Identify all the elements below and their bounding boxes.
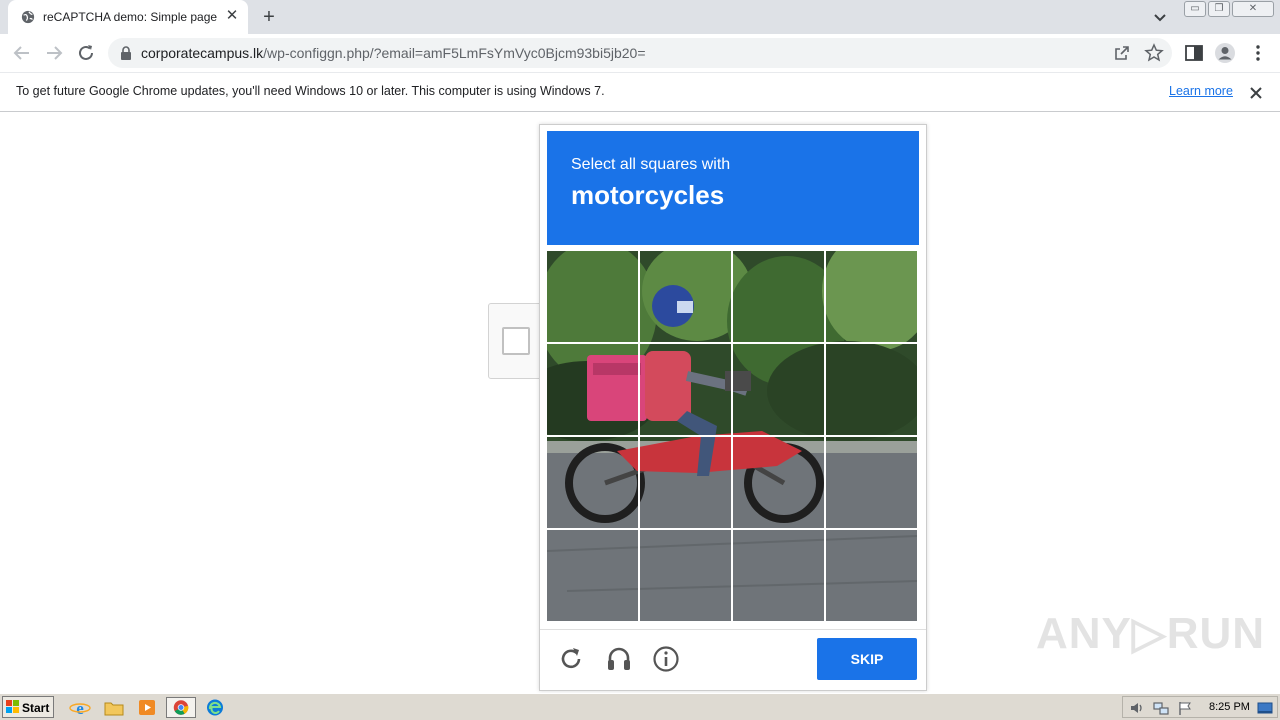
learn-more-link[interactable]: Learn more [1169,84,1233,98]
captcha-tile[interactable] [547,344,638,435]
restore-button[interactable]: ❐ [1208,1,1230,17]
captcha-tile[interactable] [547,437,638,528]
flag-icon[interactable] [1177,700,1193,716]
system-tray: 8:25 PM [1122,696,1278,718]
share-icon[interactable] [1112,43,1132,63]
captcha-tile[interactable] [640,530,731,621]
chevron-down-icon[interactable] [1150,7,1170,27]
footer-divider [540,629,926,630]
browser-toolbar: corporatecampus.lk/wp-configgn.php/?emai… [0,34,1280,72]
taskbar-clock: 8:25 PM [1209,701,1250,713]
svg-text:e: e [76,699,84,718]
image-grid [547,251,918,622]
reload-icon[interactable] [557,645,585,673]
window-close-button[interactable]: ✕ [1232,1,1274,17]
captcha-challenge: Select all squares with motorcycles SKIP [539,124,927,691]
edge-icon[interactable] [203,697,227,718]
headphones-icon[interactable] [605,645,633,673]
prompt-target: motorcycles [571,180,725,210]
star-icon[interactable] [1144,43,1164,63]
captcha-tile[interactable] [640,344,731,435]
captcha-tile[interactable] [826,251,917,342]
ie-icon[interactable]: e [68,697,92,718]
captcha-tile[interactable] [733,251,824,342]
windows-logo-icon [6,700,19,713]
start-button[interactable]: Start [2,696,54,718]
captcha-tile[interactable] [826,437,917,528]
url-text[interactable]: corporatecampus.lk/wp-configgn.php/?emai… [141,45,646,61]
profile-icon[interactable] [1214,42,1236,64]
skip-button[interactable]: SKIP [817,638,917,680]
show-desktop-icon[interactable] [1257,700,1273,716]
network-icon[interactable] [1153,700,1169,716]
folder-icon[interactable] [102,697,126,718]
sidepanel-icon[interactable] [1183,42,1205,64]
back-icon[interactable] [11,42,33,64]
close-icon[interactable] [1247,84,1265,102]
plus-icon[interactable]: + [259,7,279,27]
captcha-prompt: Select all squares with motorcycles [547,131,919,245]
tab-title: reCAPTCHA demo: Simple page [43,10,218,24]
globe-icon [21,10,35,24]
captcha-tile[interactable] [826,344,917,435]
address-bar[interactable]: corporatecampus.lk/wp-configgn.php/?emai… [108,38,1172,68]
captcha-tile[interactable] [733,530,824,621]
update-infobar: To get future Google Chrome updates, you… [0,72,1280,112]
info-icon[interactable] [652,645,680,673]
recaptcha-checkbox[interactable] [502,327,530,355]
captcha-tile[interactable] [640,437,731,528]
captcha-tile[interactable] [733,437,824,528]
chrome-icon[interactable] [166,697,196,718]
tab-active[interactable]: reCAPTCHA demo: Simple page ✕ [8,0,248,34]
captcha-tile[interactable] [640,251,731,342]
anyrun-watermark: ANY▷RUN [1036,609,1266,658]
menu-icon[interactable] [1247,42,1269,64]
recaptcha-anchor [488,303,542,379]
forward-icon[interactable] [43,42,65,64]
windows-taskbar: Start e 8:25 PM [0,693,1280,720]
infobar-message: To get future Google Chrome updates, you… [16,84,605,98]
captcha-tile[interactable] [547,530,638,621]
prompt-instruction: Select all squares with [571,156,731,173]
minimize-button[interactable]: ▭ [1184,1,1206,17]
lock-icon[interactable] [120,46,132,60]
captcha-tile[interactable] [826,530,917,621]
media-player-icon[interactable] [135,697,159,718]
captcha-tile[interactable] [547,251,638,342]
close-icon[interactable]: ✕ [224,8,240,24]
reload-icon[interactable] [75,42,97,64]
captcha-tile[interactable] [733,344,824,435]
tab-strip: reCAPTCHA demo: Simple page ✕ + ▭ ❐ ✕ [0,0,1280,34]
volume-icon[interactable] [1129,700,1145,716]
